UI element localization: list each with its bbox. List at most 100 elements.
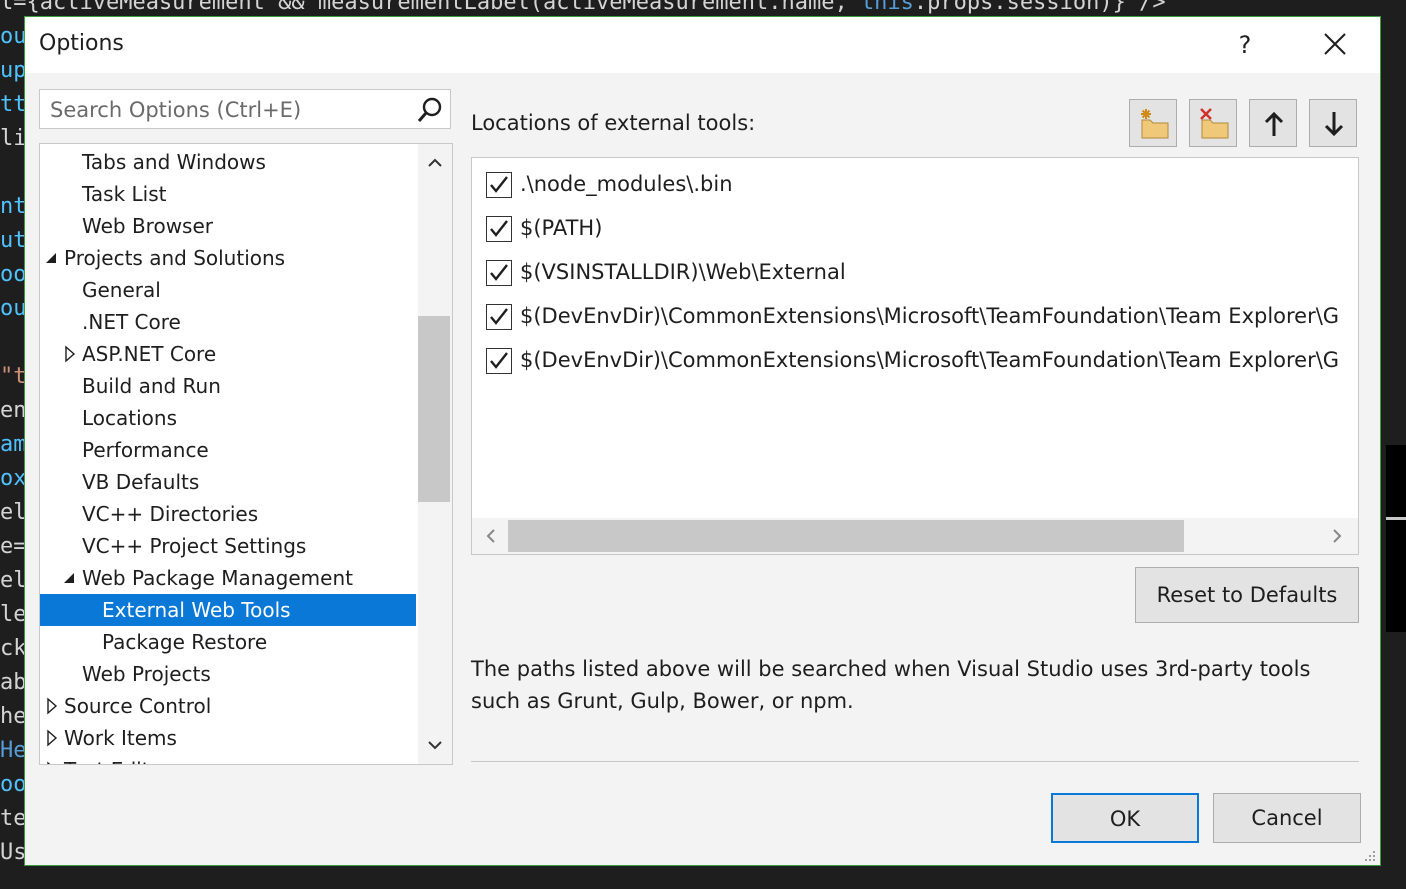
- new-location-button[interactable]: [1129, 99, 1177, 147]
- delete-location-button[interactable]: [1189, 99, 1237, 147]
- code-line-fragment: ab: [0, 670, 26, 695]
- code-line-fragment: oo: [0, 262, 26, 287]
- tree-item[interactable]: Web Package Management: [40, 562, 416, 594]
- search-input[interactable]: [48, 90, 412, 130]
- resize-grip-icon[interactable]: [1361, 847, 1377, 863]
- close-icon: [1324, 33, 1346, 55]
- code-line-top: l={activeMeasurement && measurementLabel…: [0, 0, 1166, 15]
- code-line-fragment: up: [0, 58, 26, 83]
- tree-item-label: VC++ Directories: [82, 502, 259, 526]
- location-item[interactable]: $(PATH): [486, 210, 1358, 246]
- arrow-down-icon: [1324, 112, 1344, 137]
- tree-item[interactable]: Locations: [40, 402, 416, 434]
- location-checkbox[interactable]: [486, 260, 512, 286]
- code-line-fragment: en: [0, 398, 26, 423]
- search-box: [39, 89, 451, 130]
- code-line-fragment: oo: [0, 772, 26, 797]
- tree-item[interactable]: Performance: [40, 434, 416, 466]
- location-item[interactable]: $(DevEnvDir)\CommonExtensions\Microsoft\…: [486, 342, 1358, 378]
- tree-item[interactable]: .NET Core: [40, 306, 416, 338]
- location-checkbox[interactable]: [486, 348, 512, 374]
- delete-folder-icon: [1200, 108, 1229, 139]
- checkmark-icon: [490, 176, 508, 193]
- code-line-fragment: ox: [0, 466, 26, 491]
- tree-item-label: VC++ Project Settings: [82, 534, 307, 558]
- locations-horizontal-scrollbar[interactable]: [472, 518, 1358, 554]
- chevron-right-icon[interactable]: [1328, 527, 1346, 545]
- tree-item[interactable]: Text Editor: [40, 754, 416, 765]
- location-item[interactable]: $(VSINSTALLDIR)\Web\External: [486, 254, 1358, 290]
- code-line-fragment: he: [0, 704, 26, 729]
- tree-item[interactable]: VC++ Directories: [40, 498, 416, 530]
- reset-to-defaults-button[interactable]: Reset to Defaults: [1135, 567, 1359, 623]
- code-line-fragment: He: [0, 738, 26, 763]
- tree-item[interactable]: Source Control: [40, 690, 416, 722]
- tree-item[interactable]: VB Defaults: [40, 466, 416, 498]
- expanded-arrow-icon[interactable]: [62, 562, 78, 594]
- tree-item-label: VB Defaults: [82, 470, 200, 494]
- checkmark-icon: [490, 308, 508, 325]
- locations-scrollbar-thumb[interactable]: [508, 520, 1184, 552]
- tree-item-label: Locations: [82, 406, 178, 430]
- location-path: $(PATH): [520, 216, 603, 240]
- code-line-fragment: ou: [0, 24, 26, 49]
- tree-scrollbar-thumb[interactable]: [418, 316, 450, 502]
- tree-item-label: Web Projects: [82, 662, 211, 686]
- tree-item[interactable]: Web Projects: [40, 658, 416, 690]
- location-checkbox[interactable]: [486, 216, 512, 242]
- ok-button[interactable]: OK: [1051, 793, 1199, 843]
- tree-item[interactable]: External Web Tools: [40, 594, 416, 626]
- locations-label: Locations of external tools:: [471, 111, 756, 135]
- options-dialog: Options ? Tabs and Windows Task List Web B…: [24, 16, 1381, 866]
- collapsed-arrow-icon[interactable]: [44, 690, 60, 722]
- code-token: this: [860, 0, 914, 15]
- tree-item-label: Text Editor: [64, 754, 170, 764]
- tree-item-label: Web Browser: [82, 214, 214, 238]
- code-token: .props.session)} />: [913, 0, 1166, 15]
- checkmark-icon: [490, 220, 508, 237]
- locations-list: .\node_modules\.bin $(PATH) $(VSINSTALLDIR…: [471, 157, 1359, 555]
- tree-item-label: Performance: [82, 438, 209, 462]
- tree-item[interactable]: ASP.NET Core: [40, 338, 416, 370]
- collapsed-arrow-icon[interactable]: [62, 338, 78, 370]
- chevron-left-icon[interactable]: [482, 527, 500, 545]
- location-path: $(DevEnvDir)\CommonExtensions\Microsoft\…: [520, 304, 1340, 328]
- code-line-fragment: tt: [0, 92, 26, 117]
- tree-item[interactable]: Build and Run: [40, 370, 416, 402]
- code-line-fragment: ou: [0, 296, 26, 321]
- move-up-button[interactable]: [1249, 99, 1297, 147]
- chevron-up-icon[interactable]: [426, 154, 444, 172]
- code-line-fragment: te: [0, 806, 26, 831]
- code-line-fragment: nt: [0, 194, 26, 219]
- move-down-button[interactable]: [1309, 99, 1357, 147]
- tree-item[interactable]: Package Restore: [40, 626, 416, 658]
- tree-vertical-scrollbar[interactable]: [418, 144, 452, 764]
- collapsed-arrow-icon[interactable]: [44, 722, 60, 754]
- code-line-fragment: le: [0, 602, 26, 627]
- location-item[interactable]: .\node_modules\.bin: [486, 166, 1358, 202]
- tree-item[interactable]: Tabs and Windows: [40, 146, 416, 178]
- tree-item[interactable]: VC++ Project Settings: [40, 530, 416, 562]
- tree-item[interactable]: General: [40, 274, 416, 306]
- editor-scrollbar-segment: [1386, 445, 1406, 517]
- expanded-arrow-icon[interactable]: [44, 242, 60, 274]
- tree-item[interactable]: Task List: [40, 178, 416, 210]
- help-button[interactable]: ?: [1225, 25, 1265, 65]
- description-text: The paths listed above will be searched …: [471, 657, 1311, 713]
- tree-item[interactable]: Web Browser: [40, 210, 416, 242]
- chevron-down-icon[interactable]: [426, 736, 444, 754]
- tree-item-label: General: [82, 278, 161, 302]
- search-icon[interactable]: [416, 96, 444, 124]
- location-checkbox[interactable]: [486, 172, 512, 198]
- code-line-fragment: "t: [0, 364, 26, 389]
- location-path: $(VSINSTALLDIR)\Web\External: [520, 260, 846, 284]
- location-item[interactable]: $(DevEnvDir)\CommonExtensions\Microsoft\…: [486, 298, 1358, 334]
- code-line-fragment: ck: [0, 636, 26, 661]
- location-checkbox[interactable]: [486, 304, 512, 330]
- tree-item[interactable]: Work Items: [40, 722, 416, 754]
- tree-item[interactable]: Projects and Solutions: [40, 242, 416, 274]
- code-line-fragment: Us: [0, 840, 26, 865]
- cancel-button[interactable]: Cancel: [1213, 793, 1361, 843]
- collapsed-arrow-icon[interactable]: [44, 754, 60, 765]
- close-button[interactable]: [1315, 25, 1355, 65]
